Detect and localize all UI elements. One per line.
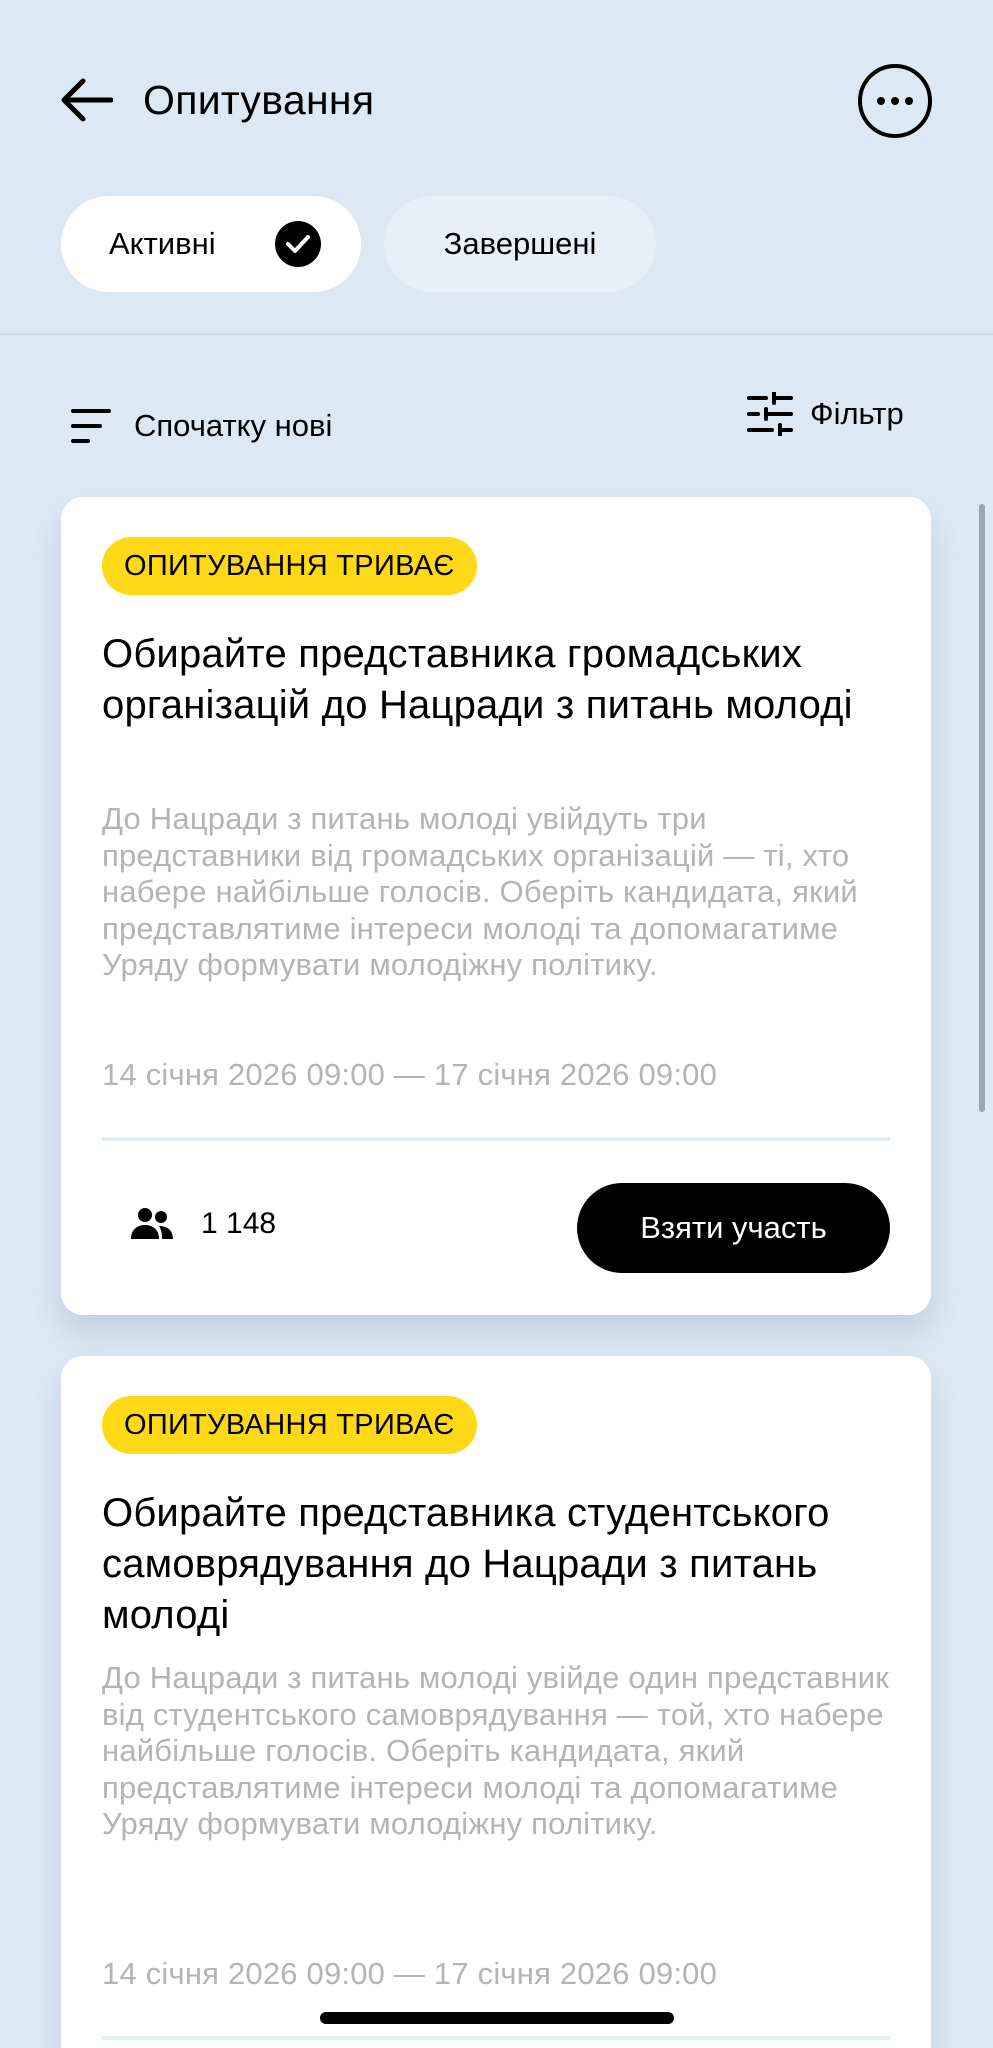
filter-label: Фільтр: [810, 396, 904, 431]
status-badge: ОПИТУВАННЯ ТРИВАЄ: [102, 537, 477, 595]
poll-title: Обирайте представника студентського само…: [102, 1491, 830, 1637]
arrow-left-icon: [61, 78, 113, 122]
more-options-button[interactable]: [858, 64, 932, 138]
app-header: Опитування: [0, 0, 993, 200]
scrollbar[interactable]: [979, 504, 985, 1112]
poll-description: До Нацради з питань молоді увійдуть три …: [102, 801, 858, 982]
sort-label: Спочатку нові: [134, 408, 333, 443]
header-divider: [0, 333, 993, 335]
filter-button[interactable]: Фільтр: [746, 388, 904, 440]
page-title: Опитування: [143, 77, 375, 123]
home-indicator: [320, 2012, 674, 2024]
filter-sliders-icon: [747, 392, 793, 436]
users-icon: [131, 1208, 173, 1239]
card-divider: [102, 2036, 890, 2040]
more-horizontal-icon: [877, 97, 913, 105]
check-icon: [275, 221, 321, 267]
participants-count: 1 148: [129, 1202, 276, 1246]
tab-completed-label: Завершені: [443, 226, 597, 261]
participants-number: 1 148: [201, 1207, 277, 1240]
poll-description: До Нацради з питань молоді увійде один п…: [102, 1660, 889, 1841]
poll-card[interactable]: ОПИТУВАННЯ ТРИВАЄ Обирайте представника …: [61, 497, 931, 1315]
status-badge: ОПИТУВАННЯ ТРИВАЄ: [102, 1396, 477, 1454]
sort-icon: [71, 409, 111, 443]
card-divider: [102, 1137, 890, 1141]
poll-dates: 14 січня 2026 09:00 — 17 січня 2026 09:0…: [102, 1956, 718, 1991]
tab-active[interactable]: Активні: [61, 196, 361, 292]
tab-active-label: Активні: [109, 226, 216, 261]
back-button[interactable]: [58, 72, 114, 128]
participate-button[interactable]: Взяти участь: [577, 1183, 890, 1273]
poll-title: Обирайте представника громадських органі…: [102, 632, 853, 727]
poll-card[interactable]: ОПИТУВАННЯ ТРИВАЄ Обирайте представника …: [61, 1356, 931, 2048]
sort-button[interactable]: Спочатку нові: [70, 400, 332, 452]
tab-completed[interactable]: Завершені: [384, 196, 656, 292]
poll-dates: 14 січня 2026 09:00 — 17 січня 2026 09:0…: [102, 1057, 718, 1092]
poll-tabs: Активні Завершені: [0, 196, 993, 292]
